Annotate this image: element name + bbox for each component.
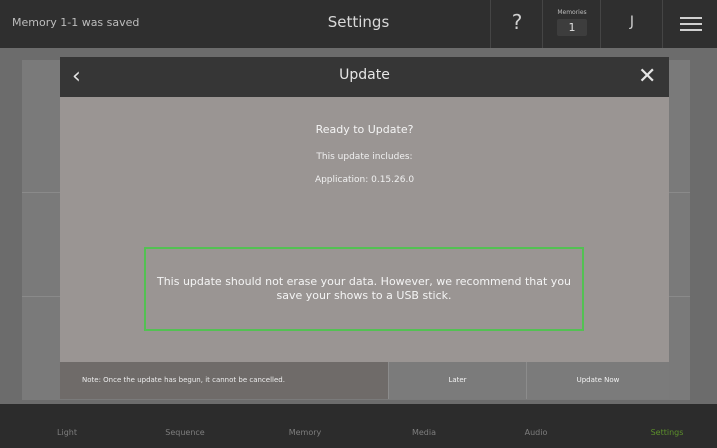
bottom-nav: [0, 404, 717, 448]
help-button[interactable]: ?: [490, 0, 542, 48]
includes-label: This update includes:: [316, 152, 413, 162]
update-dialog: Update ‹ ✕ Ready to Update? This update …: [60, 57, 669, 399]
dialog-footer: Note: Once the update has begun, it cann…: [60, 362, 669, 399]
menu-button[interactable]: [662, 0, 717, 48]
memories-button[interactable]: Memories 1: [542, 0, 600, 48]
close-button[interactable]: ✕: [638, 63, 662, 91]
j-label: J: [629, 14, 635, 30]
nav-item-audio[interactable]: Audio: [481, 428, 591, 437]
memories-label: Memories: [557, 9, 587, 16]
data-notice-box: This update should not erase your data. …: [144, 247, 584, 331]
memories-value: 1: [557, 19, 587, 36]
application-version: Application: 0.15.26.0: [314, 175, 415, 185]
nav-item-light[interactable]: Light: [12, 428, 122, 437]
close-icon: ✕: [638, 64, 657, 89]
update-now-button[interactable]: Update Now: [526, 362, 669, 399]
nav-item-memory[interactable]: Memory: [250, 428, 360, 437]
data-notice-text: This update should not erase your data. …: [156, 275, 572, 302]
j-button[interactable]: J: [600, 0, 662, 48]
later-label: Later: [448, 376, 467, 384]
cancel-warning-text: Note: Once the update has begun, it cann…: [82, 376, 285, 384]
top-bar: Memory 1-1 was saved Settings ? Memories…: [0, 0, 717, 48]
hamburger-menu-icon: [680, 17, 702, 19]
back-button[interactable]: ‹: [72, 63, 96, 91]
nav-item-sequence[interactable]: Sequence: [130, 428, 240, 437]
dialog-heading: Ready to Update?: [315, 123, 414, 136]
nav-item-settings[interactable]: Settings: [612, 428, 717, 437]
later-button[interactable]: Later: [388, 362, 526, 399]
dialog-header: Update ‹ ✕: [60, 57, 669, 97]
update-now-label: Update Now: [576, 376, 620, 384]
nav-item-media[interactable]: Media: [369, 428, 479, 437]
help-icon: ?: [511, 10, 523, 34]
dialog-title: Update: [339, 67, 390, 83]
cancel-warning: Note: Once the update has begun, it cann…: [60, 362, 388, 399]
chevron-left-icon: ‹: [72, 64, 81, 89]
